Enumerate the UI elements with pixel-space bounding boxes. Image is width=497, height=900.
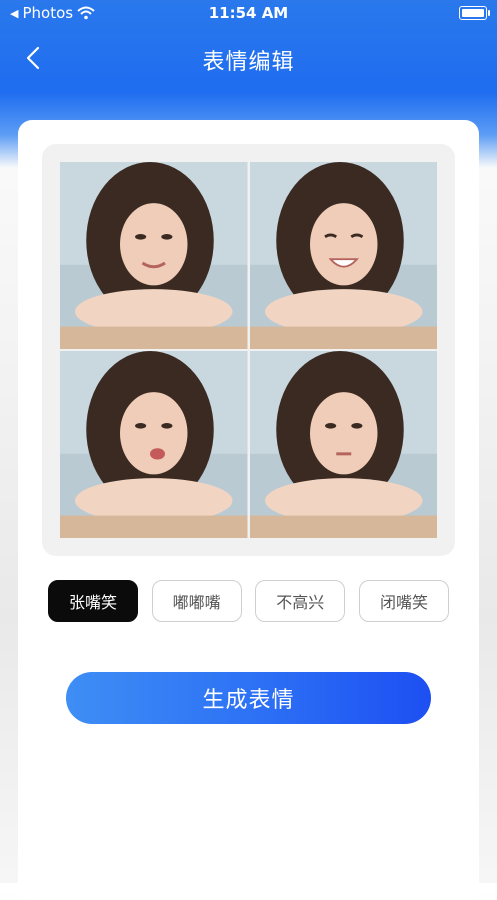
portrait-photo-grin bbox=[249, 162, 437, 349]
preview-panel bbox=[42, 144, 455, 556]
portrait-photo-neutral bbox=[249, 351, 437, 538]
expression-options: 张嘴笑 嘟嘟嘴 不高兴 闭嘴笑 bbox=[48, 580, 449, 624]
option-unhappy[interactable]: 不高兴 bbox=[255, 580, 346, 622]
nav-bar: 表情编辑 bbox=[0, 38, 497, 78]
portrait-photo-pout bbox=[60, 351, 248, 538]
battery-icon bbox=[459, 6, 490, 20]
status-bar: ◀ Photos 11:54 AM bbox=[0, 0, 497, 26]
page-title: 表情编辑 bbox=[202, 50, 295, 75]
option-closed-mouth-smile[interactable]: 闭嘴笑 bbox=[358, 580, 449, 622]
option-pout[interactable]: 嘟嘟嘴 bbox=[151, 580, 242, 622]
expression-grid bbox=[60, 162, 437, 538]
generate-button[interactable]: 生成表情 bbox=[66, 672, 431, 724]
editor-card: 张嘴笑 嘟嘟嘴 不高兴 闭嘴笑 生成表情 bbox=[18, 120, 479, 900]
option-open-mouth-smile[interactable]: 张嘴笑 bbox=[48, 580, 138, 622]
portrait-photo-smile bbox=[60, 162, 248, 349]
status-time: 11:54 AM bbox=[208, 4, 289, 22]
